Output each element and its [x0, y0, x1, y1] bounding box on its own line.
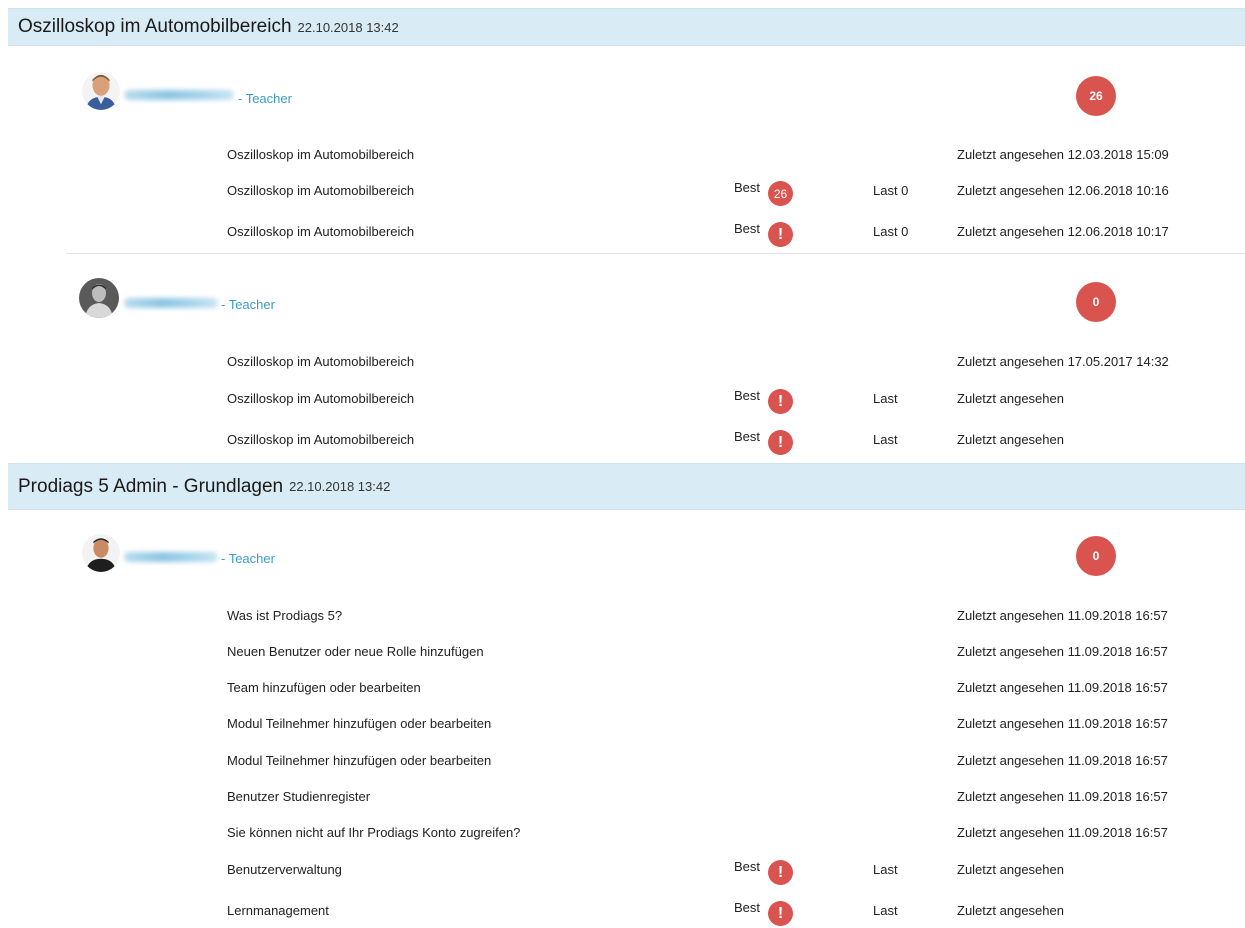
course-date: 22.10.2018 13:42 [297, 19, 399, 35]
activity-title[interactable]: Benutzerverwaltung [227, 862, 342, 877]
count-badge: 26 [1076, 76, 1116, 116]
user-row: - Teacher 0 [0, 278, 1245, 322]
last-label: Last 0 [873, 224, 909, 239]
activity-row: Modul Teilnehmer hinzufügen oder bearbei… [0, 750, 1245, 772]
best-label: Best [734, 180, 761, 195]
alert-icon: ! [768, 430, 793, 455]
user-row: - Teacher 0 [0, 534, 1245, 578]
activity-row: Oszilloskop im Automobilbereich Best ! L… [0, 221, 1245, 247]
last-viewed: Zuletzt angesehen [957, 903, 1064, 918]
activity-title[interactable]: Team hinzufügen oder bearbeiten [227, 680, 421, 695]
course-date: 22.10.2018 13:42 [289, 479, 391, 494]
activity-row: Team hinzufügen oder bearbeiten Zuletzt … [0, 677, 1245, 699]
divider [66, 253, 1245, 254]
activity-title[interactable]: Oszilloskop im Automobilbereich [227, 391, 414, 406]
last-label: Last [873, 903, 898, 918]
count-badge: 0 [1076, 536, 1116, 576]
activity-row: Oszilloskop im Automobilbereich Best 26 … [0, 180, 1245, 206]
last-viewed: Zuletzt angesehen 11.09.2018 16:57 [957, 608, 1168, 623]
activity-title[interactable]: Oszilloskop im Automobilbereich [227, 224, 414, 239]
activity-row: Neuen Benutzer oder neue Rolle hinzufüge… [0, 641, 1245, 663]
alert-icon: ! [768, 860, 793, 885]
last-label: Last [873, 862, 898, 877]
activity-row: Was ist Prodiags 5? Zuletzt angesehen 11… [0, 605, 1245, 627]
activity-title[interactable]: Modul Teilnehmer hinzufügen oder bearbei… [227, 716, 491, 731]
last-viewed: Zuletzt angesehen 11.09.2018 16:57 [957, 680, 1168, 695]
best-label: Best [734, 900, 761, 915]
alert-icon: ! [768, 222, 793, 247]
alert-icon: ! [768, 901, 793, 926]
activity-title[interactable]: Sie können nicht auf Ihr Prodiags Konto … [227, 825, 520, 840]
last-viewed: Zuletzt angesehen 17.05.2017 14:32 [957, 354, 1169, 369]
activity-row: Oszilloskop im Automobilbereich Best ! L… [0, 429, 1245, 455]
last-viewed: Zuletzt angesehen [957, 862, 1064, 877]
best-label: Best [734, 388, 761, 403]
last-viewed: Zuletzt angesehen 12.06.2018 10:16 [957, 183, 1169, 198]
activity-row: Benutzerverwaltung Best ! Last Zuletzt a… [0, 859, 1245, 885]
activity-title[interactable]: Oszilloskop im Automobilbereich [227, 432, 414, 447]
activity-title[interactable]: Lernmanagement [227, 903, 329, 918]
activity-row: Oszilloskop im Automobilbereich Zuletzt … [0, 144, 1245, 166]
user-role: - Teacher [221, 297, 275, 312]
activity-title[interactable]: Modul Teilnehmer hinzufügen oder bearbei… [227, 753, 491, 768]
last-label: Last [873, 432, 898, 447]
activity-title[interactable]: Oszilloskop im Automobilbereich [227, 183, 414, 198]
activity-title[interactable]: Benutzer Studienregister [227, 789, 370, 804]
course-title[interactable]: Prodiags 5 Admin - Grundlagen [18, 476, 283, 498]
activity-title[interactable]: Oszilloskop im Automobilbereich [227, 147, 414, 162]
last-viewed: Zuletzt angesehen 11.09.2018 16:57 [957, 753, 1168, 768]
user-name-blurred[interactable] [124, 90, 234, 100]
activity-title[interactable]: Neuen Benutzer oder neue Rolle hinzufüge… [227, 644, 484, 659]
count-badge: 0 [1076, 282, 1116, 322]
activity-title[interactable]: Oszilloskop im Automobilbereich [227, 354, 414, 369]
user-avatar[interactable] [79, 278, 119, 318]
best-label: Best [734, 859, 761, 874]
activity-title[interactable]: Was ist Prodiags 5? [227, 608, 342, 623]
last-viewed: Zuletzt angesehen 12.06.2018 10:17 [957, 224, 1169, 239]
last-label: Last [873, 391, 898, 406]
last-viewed: Zuletzt angesehen 11.09.2018 16:57 [957, 644, 1168, 659]
user-name-blurred[interactable] [124, 552, 218, 562]
alert-icon: ! [768, 389, 793, 414]
user-role: - Teacher [238, 91, 292, 106]
best-label: Best [734, 221, 761, 236]
user-role: - Teacher [221, 551, 275, 566]
activity-row: Modul Teilnehmer hinzufügen oder bearbei… [0, 713, 1245, 735]
activity-row: Oszilloskop im Automobilbereich Zuletzt … [0, 351, 1245, 373]
user-avatar[interactable] [82, 534, 120, 572]
course-title[interactable]: Oszilloskop im Automobilbereich [18, 16, 292, 38]
course-header[interactable]: Prodiags 5 Admin - Grundlagen 22.10.2018… [8, 463, 1245, 510]
best-label: Best [734, 429, 761, 444]
last-viewed: Zuletzt angesehen 12.03.2018 15:09 [957, 147, 1169, 162]
user-row: - Teacher 26 [0, 72, 1245, 116]
course-header[interactable]: Oszilloskop im Automobilbereich 22.10.20… [8, 8, 1245, 46]
activity-row: Benutzer Studienregister Zuletzt angeseh… [0, 786, 1245, 808]
user-name-blurred[interactable] [124, 298, 218, 308]
last-viewed: Zuletzt angesehen [957, 432, 1064, 447]
last-viewed: Zuletzt angesehen [957, 391, 1064, 406]
last-viewed: Zuletzt angesehen 11.09.2018 16:57 [957, 789, 1168, 804]
last-viewed: Zuletzt angesehen 11.09.2018 16:57 [957, 716, 1168, 731]
last-label: Last 0 [873, 183, 909, 198]
activity-row: Sie können nicht auf Ihr Prodiags Konto … [0, 822, 1245, 844]
activity-row: Lernmanagement Best ! Last Zuletzt anges… [0, 900, 1245, 926]
last-viewed: Zuletzt angesehen 11.09.2018 16:57 [957, 825, 1168, 840]
user-avatar[interactable] [82, 72, 120, 110]
activity-row: Oszilloskop im Automobilbereich Best ! L… [0, 388, 1245, 414]
best-score-badge: 26 [768, 181, 793, 206]
